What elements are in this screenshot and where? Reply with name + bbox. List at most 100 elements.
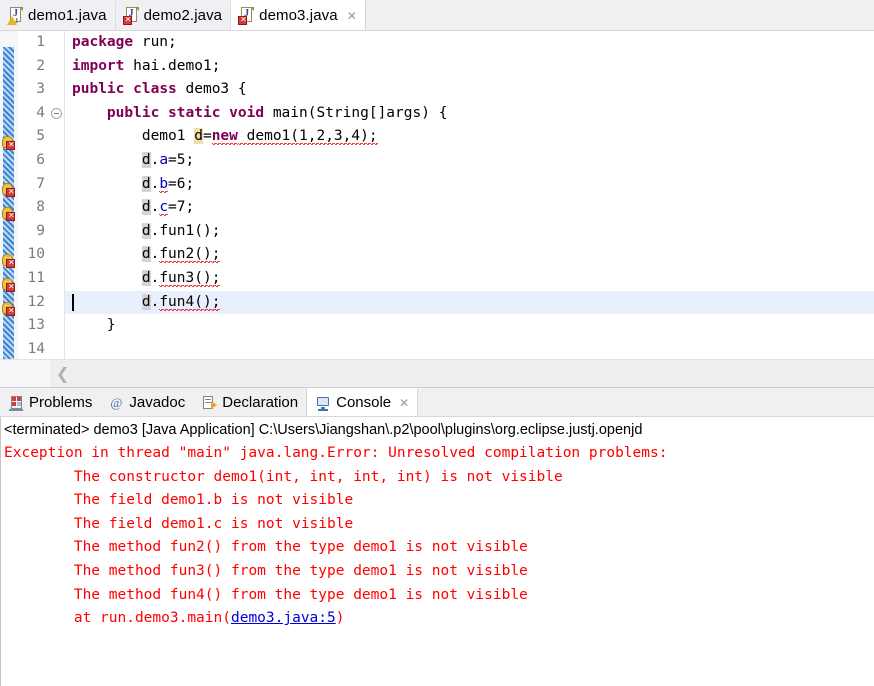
keyword-token: static — [168, 104, 221, 121]
code-token: =6; — [168, 175, 195, 192]
editor-tab-demo1[interactable]: J demo1.java — [0, 1, 116, 30]
code-line-6[interactable]: d.a=5; — [65, 149, 874, 173]
close-icon[interactable]: ✕ — [399, 396, 409, 410]
error-marker-line-10[interactable] — [1, 254, 16, 269]
code-token: main(String[]args) { — [264, 104, 448, 121]
code-line-7[interactable]: d.b=6; — [65, 173, 874, 197]
collapse-fold-icon[interactable] — [51, 108, 62, 119]
tab-console[interactable]: Console ✕ — [306, 388, 419, 416]
editor-tab-label: demo1.java — [28, 7, 107, 24]
code-line-5[interactable]: demo1 d=new demo1(1,2,3,4); — [65, 125, 874, 149]
variable-occurrence: d — [141, 199, 151, 216]
code-token: . — [150, 222, 160, 239]
line-number: 7 — [36, 175, 45, 192]
java-file-error-icon: J — [238, 7, 255, 25]
line-number: 10 — [27, 246, 45, 263]
variable-occurrence: d — [141, 293, 151, 310]
source-location-link[interactable]: demo3.java:5 — [231, 610, 336, 626]
chevron-left-icon[interactable]: ❮ — [56, 365, 69, 382]
line-number: 12 — [27, 293, 45, 310]
code-token: . — [150, 175, 160, 192]
javadoc-at-icon: @ — [110, 394, 123, 410]
tab-declaration[interactable]: Declaration — [193, 389, 307, 416]
console-line: The field demo1.c is not visible — [4, 515, 354, 532]
error-marker-line-5[interactable] — [1, 136, 16, 151]
code-token: = — [202, 128, 212, 145]
console-line: The field demo1.b is not visible — [4, 492, 354, 509]
bottom-panel: Problems @ Javadoc Declaration Console ✕ — [0, 387, 874, 686]
line-number: 13 — [27, 317, 45, 334]
variable-occurrence: d — [194, 128, 203, 145]
keyword-token: new — [211, 128, 238, 146]
code-line-13[interactable]: } — [65, 314, 874, 338]
code-token-error: demo1(1,2,3,4); — [237, 128, 378, 146]
console-line: The method fun3() from the type demo1 is… — [4, 562, 528, 579]
code-token: =5; — [168, 151, 195, 168]
variable-occurrence: d — [141, 175, 151, 192]
keyword-token: public — [72, 81, 125, 98]
code-line-12[interactable]: d.fun4(); — [65, 290, 874, 315]
keyword-token: import — [72, 57, 125, 74]
code-line-3[interactable]: public class demo3 { — [65, 78, 874, 102]
code-line-2[interactable]: import hai.demo1; — [65, 55, 874, 79]
close-icon[interactable]: ✕ — [347, 9, 357, 23]
line-number-ruler: 1 2 3 4 5 6 7 8 9 10 11 12 13 14 — [18, 31, 50, 359]
error-marker-line-11[interactable] — [1, 278, 16, 293]
console-process-header: <terminated> demo3 [Java Application] C:… — [4, 422, 643, 438]
error-marker-line-8[interactable] — [1, 207, 16, 222]
code-text-area[interactable]: package run; import hai.demo1; public cl… — [65, 31, 874, 359]
error-marker-line-7[interactable] — [1, 183, 16, 198]
tab-javadoc[interactable]: @ Javadoc — [100, 389, 194, 416]
field-token: a — [159, 151, 169, 168]
code-line-4[interactable]: public static void main(String[]args) { — [65, 102, 874, 126]
code-line-9[interactable]: d.fun1(); — [65, 220, 874, 244]
field-token-error: c — [159, 199, 169, 217]
console-line: Exception in thread "main" java.lang.Err… — [4, 445, 677, 461]
console-monitor-icon — [315, 395, 331, 411]
keyword-token: package — [72, 34, 134, 50]
error-marker-line-12[interactable] — [1, 302, 16, 317]
code-line-1[interactable]: package run; — [65, 31, 874, 55]
code-line-8[interactable]: d.c=7; — [65, 196, 874, 220]
keyword-token: class — [133, 81, 177, 98]
panel-tab-label: Console — [336, 394, 392, 411]
code-token: . — [150, 293, 160, 310]
console-stack-trace-line: at run.demo3.main(demo3.java:5) — [1, 607, 874, 631]
source-editor[interactable]: 1 2 3 4 5 6 7 8 9 10 11 12 13 14 pa — [0, 31, 874, 359]
code-token: . — [150, 151, 160, 168]
code-line-14[interactable] — [65, 338, 874, 359]
variable-occurrence: d — [141, 222, 151, 239]
tab-problems[interactable]: Problems — [0, 389, 101, 416]
line-number: 5 — [36, 128, 45, 145]
editor-horizontal-scrollbar[interactable]: ❮ — [0, 359, 874, 387]
java-file-warning-icon: J — [7, 7, 23, 25]
console-output[interactable]: <terminated> demo3 [Java Application] C:… — [0, 417, 874, 686]
line-number: 1 — [36, 34, 45, 50]
line-number: 9 — [36, 222, 45, 239]
code-token: } — [72, 317, 116, 334]
editor-tab-demo3[interactable]: J demo3.java ✕ — [231, 0, 366, 30]
code-token: hai.demo1; — [124, 57, 221, 74]
panel-tab-label: Javadoc — [129, 394, 186, 411]
scrollbar-corner — [0, 360, 50, 387]
code-line-10[interactable]: d.fun2(); — [65, 243, 874, 267]
editor-marker-column[interactable] — [0, 31, 18, 359]
editor-tab-demo2[interactable]: J demo2.java — [115, 1, 232, 30]
stack-trace-prefix: at run.demo3.main( — [4, 610, 231, 627]
code-token: run; — [133, 34, 177, 50]
code-line-11[interactable]: d.fun3(); — [65, 267, 874, 291]
folding-ruler[interactable] — [50, 31, 65, 359]
line-number: 6 — [36, 151, 45, 168]
method-call-token-error: fun2(); — [159, 246, 221, 264]
line-number: 4 — [36, 104, 45, 121]
code-token: . — [150, 269, 160, 286]
editor-tab-label: demo2.java — [143, 7, 223, 24]
console-line: The method fun4() from the type demo1 is… — [4, 586, 528, 603]
method-call-token-error: fun3(); — [159, 269, 221, 287]
method-call-token: fun1(); — [159, 222, 221, 239]
code-token: . — [150, 246, 160, 263]
